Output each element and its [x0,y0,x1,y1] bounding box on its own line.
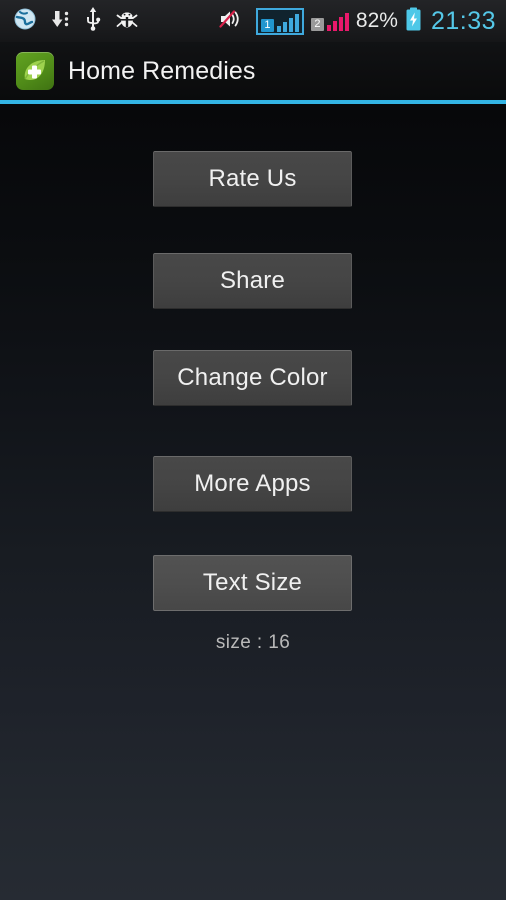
sim2-signal-icon: 2 [310,11,349,31]
share-button[interactable]: Share [153,253,352,309]
status-bar[interactable]: 1 2 82% 21:33 [0,0,506,42]
text-size-button[interactable]: Text Size [153,555,352,611]
sim2-badge: 2 [310,18,324,31]
clock-label: 21:33 [430,6,496,35]
battery-percent-label: 82% [355,9,398,32]
sim2-bars [326,11,349,31]
battery-charging-icon [405,7,422,36]
status-bar-system-icons: 1 2 82% 21:33 [219,7,496,36]
usb-icon [84,6,102,36]
text-size-value-label: size : 16 [215,632,291,653]
speaker-muted-icon [219,8,249,35]
sim1-signal-icon: 1 [255,7,304,35]
download-icon [50,8,70,35]
more-apps-button[interactable]: More Apps [153,456,352,512]
sim1-badge: 1 [260,18,274,32]
page-title: Home Remedies [68,56,256,85]
action-bar: Home Remedies [0,42,506,100]
change-color-button[interactable]: Change Color [153,350,352,406]
main-content: Rate Us Share Change Color More Apps Tex… [0,104,506,900]
rate-us-button[interactable]: Rate Us [153,151,352,207]
android-debug-bug-icon [116,8,138,35]
home-remedies-app-icon[interactable] [16,52,54,90]
status-bar-notification-icons [14,6,138,36]
app-screen: 1 2 82% 21:33 Home Remedies Rate Us Shar… [0,0,506,900]
sim1-bars [276,12,299,32]
browser-icon [14,8,36,35]
